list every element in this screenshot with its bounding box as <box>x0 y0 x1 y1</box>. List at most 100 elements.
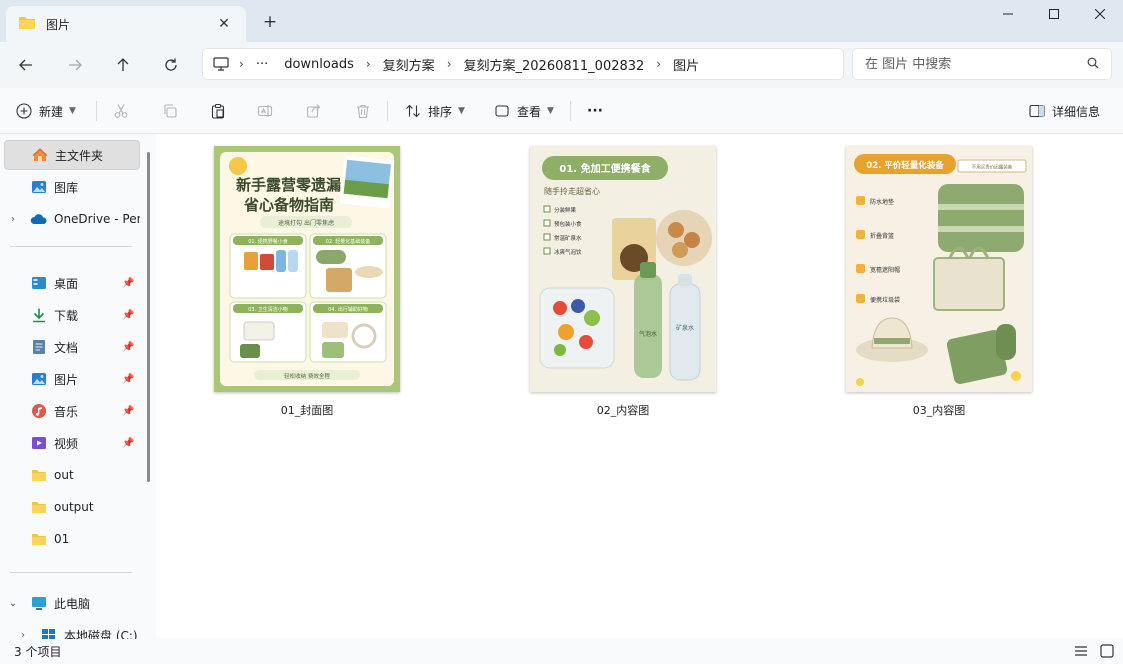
new-label: 新建 <box>39 104 64 119</box>
sidebar-item-label: 桌面 <box>54 276 79 291</box>
sidebar-item-downloads[interactable]: 下载 📌 <box>4 300 140 330</box>
folder-icon <box>30 498 48 516</box>
pin-icon[interactable]: 📌 <box>122 278 136 289</box>
paste-button[interactable] <box>210 96 226 126</box>
copy-button[interactable] <box>162 96 178 126</box>
view-label: 查看 <box>517 104 542 119</box>
maximize-button[interactable] <box>1031 0 1077 28</box>
sidebar-item-gallery[interactable]: 图库 <box>4 172 140 202</box>
file-item[interactable]: 新手露营零遗漏 省心备物指南 途境打勾 出门零焦虑 01. 便携野餐小食 02.… <box>214 146 400 418</box>
content-item: 冰爽气泡饮 <box>554 248 582 256</box>
tab-pictures[interactable]: 图片 ✕ <box>6 6 246 42</box>
file-list[interactable]: 新手露营零遗漏 省心备物指南 途境打勾 出门零焦虑 01. 便携野餐小食 02.… <box>156 134 1123 639</box>
rename-button[interactable] <box>257 96 273 126</box>
rename-icon <box>257 105 273 117</box>
sidebar-item-home[interactable]: 主文件夹 <box>4 140 140 170</box>
details-pane-icon <box>1029 104 1045 118</box>
search-box[interactable] <box>852 48 1112 80</box>
folder-icon <box>30 466 48 484</box>
file-name[interactable]: 03_内容图 <box>913 402 966 418</box>
clipboard-icon <box>211 103 225 119</box>
divider <box>96 101 97 121</box>
file-item[interactable]: 01. 免加工便携餐食 随手拎走超省心 分装鲜果 预包装小食 常温矿泉水 冰爽气… <box>530 146 716 418</box>
pin-icon[interactable]: 📌 <box>122 310 136 321</box>
sidebar-item-local-disk[interactable]: › 本地磁盘 (C:) <box>14 620 150 639</box>
sort-button[interactable]: 排序 ▼ <box>405 96 465 126</box>
chevron-down-icon: ▼ <box>547 106 554 116</box>
details-pane-button[interactable]: 详细信息 <box>1029 96 1100 126</box>
content-item: 预包装小食 <box>554 220 582 228</box>
breadcrumb-more[interactable]: ··· <box>248 57 276 72</box>
sidebar-item-desktop[interactable]: 桌面 📌 <box>4 268 140 298</box>
pin-icon[interactable]: 📌 <box>122 438 136 449</box>
cut-button[interactable] <box>113 96 129 126</box>
download-icon <box>30 306 48 324</box>
file-thumbnail[interactable]: 新手露营零遗漏 省心备物指南 途境打勾 出门零焦虑 01. 便携野餐小食 02.… <box>214 146 400 392</box>
video-icon <box>30 434 48 452</box>
delete-button[interactable] <box>355 96 371 126</box>
maximize-icon <box>1049 9 1059 19</box>
chevron-right-icon[interactable]: › <box>235 57 248 71</box>
sidebar-item-label: 本地磁盘 (C:) <box>64 628 138 640</box>
refresh-button[interactable] <box>155 50 187 80</box>
chevron-down-icon: ▼ <box>69 106 76 116</box>
pin-icon[interactable]: 📌 <box>122 342 136 353</box>
file-item[interactable]: 02. 平价轻量化装备 不用买贵价团露装备 防水地垫 折叠背篮 宽檐遮阳帽 便携… <box>846 146 1032 418</box>
sidebar-item-videos[interactable]: 视频 📌 <box>4 428 140 458</box>
sidebar-item-documents[interactable]: 文档 📌 <box>4 332 140 362</box>
sidebar-item-out[interactable]: out <box>4 460 140 490</box>
cover-section: 01. 便携野餐小食 <box>248 238 288 245</box>
arrow-right-icon <box>69 59 82 71</box>
share-button[interactable] <box>306 96 322 126</box>
computer-icon[interactable] <box>213 57 235 71</box>
file-thumbnail[interactable]: 01. 免加工便携餐食 随手拎走超省心 分装鲜果 预包装小食 常温矿泉水 冰爽气… <box>530 146 716 392</box>
pin-icon[interactable]: 📌 <box>122 406 136 417</box>
share-icon <box>306 104 321 118</box>
file-name[interactable]: 01_封面图 <box>281 402 334 418</box>
chevron-right-icon[interactable]: › <box>362 57 375 71</box>
search-icon[interactable] <box>1087 57 1099 72</box>
breadcrumb-item[interactable]: 复刻方案 <box>375 55 443 74</box>
sidebar-scrollbar[interactable] <box>147 152 150 482</box>
sidebar-item-music[interactable]: 音乐 📌 <box>4 396 140 426</box>
sidebar-item-onedrive[interactable]: › OneDrive - Per <box>4 204 140 234</box>
tab-close-button[interactable]: ✕ <box>214 14 234 34</box>
sidebar-item-label: OneDrive - Per <box>54 212 140 226</box>
sidebar-item-output[interactable]: output <box>4 492 140 522</box>
sidebar-item-label: 音乐 <box>54 404 79 419</box>
sidebar-item-label: 此电脑 <box>54 596 91 611</box>
details-view-button[interactable] <box>1072 643 1090 659</box>
file-name[interactable]: 02_内容图 <box>597 402 650 418</box>
up-button[interactable] <box>107 50 139 80</box>
search-input[interactable] <box>865 56 1087 72</box>
sidebar-item-pictures[interactable]: 图片 📌 <box>4 364 140 394</box>
file-thumbnail[interactable]: 02. 平价轻量化装备 不用买贵价团露装备 防水地垫 折叠背篮 宽檐遮阳帽 便携… <box>846 146 1032 392</box>
navigation-pane[interactable]: 主文件夹 图库 › OneDrive - Per 桌面 📌 下载 📌 文档 📌 <box>0 134 156 639</box>
sidebar-item-this-pc[interactable]: ⌄ 此电脑 <box>4 588 140 618</box>
forward-button[interactable] <box>59 50 91 80</box>
more-options-button[interactable]: ··· <box>587 96 603 126</box>
breadcrumb-item[interactable]: 图片 <box>665 55 707 74</box>
minimize-button[interactable] <box>985 0 1031 28</box>
new-tab-button[interactable]: + <box>258 10 282 34</box>
chevron-right-icon[interactable]: › <box>443 57 456 71</box>
close-window-button[interactable] <box>1077 0 1123 28</box>
sidebar-item-label: 主文件夹 <box>55 148 104 163</box>
title-bar: 图片 ✕ + <box>0 0 1123 42</box>
sidebar-item-01[interactable]: 01 <box>4 524 140 554</box>
new-button[interactable]: 新建 ▼ <box>16 96 76 126</box>
chevron-down-icon[interactable]: ⌄ <box>4 598 22 609</box>
breadcrumb-item[interactable]: 复刻方案_20260811_002832 <box>456 55 653 74</box>
content-item: 折叠背篮 <box>870 232 894 240</box>
large-icons-view-button[interactable] <box>1098 643 1116 659</box>
breadcrumb[interactable]: › ··· downloads › 复刻方案 › 复刻方案_20260811_0… <box>202 48 844 80</box>
cover-section: 04. 出行辅助好物 <box>328 306 368 313</box>
back-button[interactable] <box>10 50 42 80</box>
chevron-right-icon[interactable]: › <box>652 57 665 71</box>
desktop-icon <box>30 274 48 292</box>
pin-icon[interactable]: 📌 <box>122 374 136 385</box>
view-button[interactable]: 查看 ▼ <box>494 96 554 126</box>
chevron-right-icon[interactable]: › <box>14 630 32 640</box>
chevron-right-icon[interactable]: › <box>4 214 22 225</box>
breadcrumb-item[interactable]: downloads <box>276 57 362 72</box>
